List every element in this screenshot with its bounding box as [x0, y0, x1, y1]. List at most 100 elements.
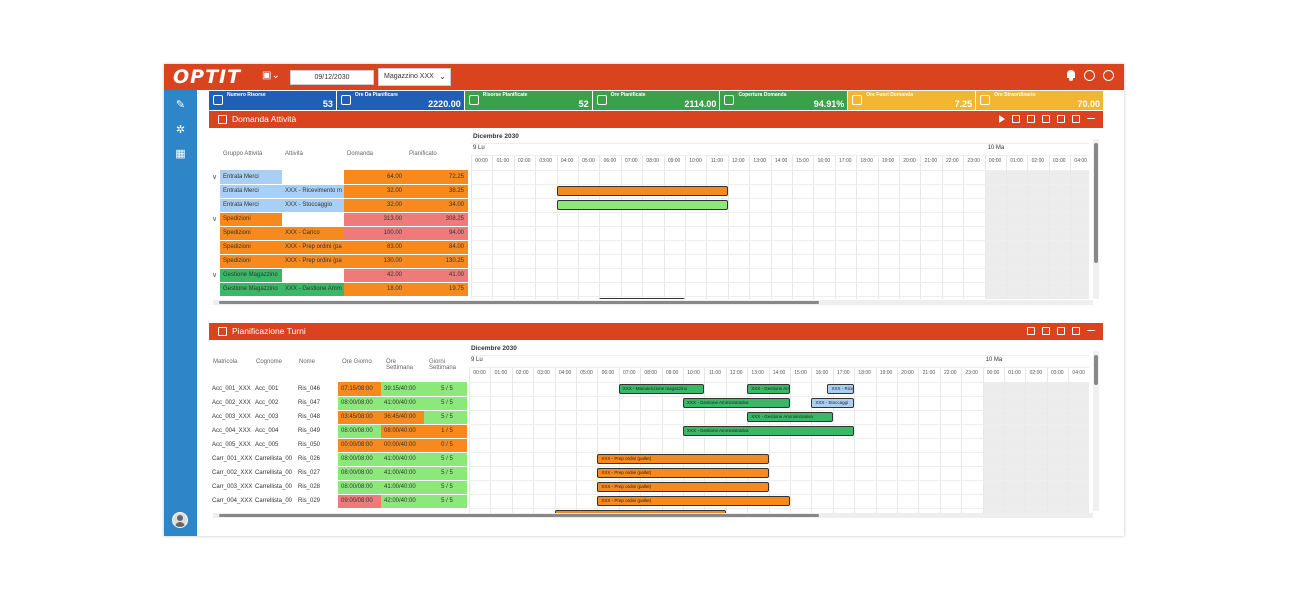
- play-icon[interactable]: [999, 115, 1005, 123]
- minimize-icon[interactable]: [1087, 118, 1095, 126]
- gantt-bar[interactable]: [556, 186, 728, 196]
- table-row[interactable]: Acc_001_XXX Acc_001 Ris_046 07:15/08:00 39:1…: [209, 382, 467, 397]
- download-icon[interactable]: [1042, 327, 1050, 335]
- globe-icon[interactable]: [1103, 70, 1114, 81]
- column-header[interactable]: Cognome: [256, 359, 294, 365]
- table-row[interactable]: Acc_005_XXX Acc_005 Ris_050 00:00/08:00 00:0…: [209, 438, 467, 453]
- expand-icon[interactable]: [1072, 115, 1080, 123]
- expand-toggle[interactable]: ∨: [209, 170, 220, 185]
- scroll-thumb[interactable]: [1094, 355, 1098, 385]
- filter-icon[interactable]: [1057, 327, 1065, 335]
- timeline-hour: 01:00: [494, 370, 508, 376]
- timeline-month: Dicembre 2030: [471, 345, 517, 352]
- table-row[interactable]: ∨ Entrata Merci 64.00 72.25: [209, 170, 468, 185]
- calendar-icon[interactable]: [1027, 115, 1035, 123]
- grid-line: [1070, 155, 1072, 299]
- download-icon[interactable]: [1012, 115, 1020, 123]
- gantt-bar[interactable]: XXX - Gestione Amm: [747, 384, 790, 394]
- cell-name: Ris_029: [295, 494, 338, 509]
- timeline-hour: 02:00: [518, 158, 531, 164]
- calendar-dropdown-button[interactable]: ▣⌄: [262, 70, 280, 81]
- table-row[interactable]: Entrata Merci XXX - Ricevimento m 32.00 38.…: [209, 184, 468, 199]
- table-row[interactable]: Entrata Merci XXX - Stoccaggio 32.00 34.00: [209, 198, 468, 213]
- grid-line: [854, 367, 856, 513]
- gantt-bar[interactable]: XXX - Prep ordini (pallet): [597, 482, 769, 492]
- gantt-bar[interactable]: [556, 200, 728, 210]
- table-row[interactable]: Spedizioni XXX - Prep ordini (pa 130.00 130…: [209, 254, 468, 269]
- expand-toggle[interactable]: [209, 254, 220, 269]
- column-header[interactable]: Giorni Settimana: [429, 359, 467, 371]
- calendar-icon[interactable]: [1027, 327, 1035, 335]
- table-row[interactable]: ∨ Spedizioni 313.00 308.25: [209, 212, 468, 227]
- gantt-bar[interactable]: [599, 298, 685, 299]
- expand-icon[interactable]: [1072, 327, 1080, 335]
- table-row[interactable]: Carr_003_XXX Carrellista_00 Ris_028 08:00/0…: [209, 480, 467, 495]
- gantt-bar[interactable]: XXX - Manutenzione magazzino: [618, 384, 705, 394]
- table-row[interactable]: Acc_004_XXX Acc_004 Ris_049 08:00/08:00 08:0…: [209, 424, 467, 439]
- kpi-tile[interactable]: Ore Straordinario 70.00: [976, 91, 1104, 110]
- gear-icon[interactable]: ✲: [175, 125, 186, 136]
- expand-toggle[interactable]: [209, 240, 220, 255]
- kpi-tile[interactable]: Ore Da Pianificare 2220.00: [336, 91, 464, 110]
- minimize-icon[interactable]: [1087, 330, 1095, 338]
- kpi-tile[interactable]: Risorse Pianificate 52: [464, 91, 592, 110]
- vertical-scrollbar[interactable]: [1093, 139, 1099, 299]
- vertical-scrollbar[interactable]: [1093, 351, 1099, 511]
- column-header[interactable]: Matricola: [213, 359, 251, 365]
- calendar-icon[interactable]: [1042, 115, 1050, 123]
- bell-icon[interactable]: [1066, 70, 1076, 81]
- table-row[interactable]: Spedizioni XXX - Prep ordini (pa 83.00 84.0…: [209, 240, 468, 255]
- gantt-bar[interactable]: XXX - Gestione Amministrativa: [683, 398, 790, 408]
- table-row[interactable]: Acc_002_XXX Acc_002 Ris_047 08:00/08:00 41:0…: [209, 396, 467, 411]
- help-icon[interactable]: [1084, 70, 1095, 81]
- kpi-tile[interactable]: Ore Pianificate 2114.00: [592, 91, 720, 110]
- gantt-bar[interactable]: XXX - Ricev: [827, 384, 855, 394]
- filter-icon[interactable]: [1057, 115, 1065, 123]
- gantt-bar[interactable]: XXX - Gestione Amministrativa: [683, 426, 855, 436]
- expand-toggle[interactable]: [209, 198, 220, 213]
- table-row[interactable]: Carr_002_XXX Carrellista_00 Ris_027 08:00/0…: [209, 466, 467, 481]
- kpi-tile[interactable]: Copertura Domanda 94.91%: [720, 91, 848, 110]
- column-header[interactable]: Ore Settimana: [386, 359, 424, 371]
- scroll-thumb[interactable]: [219, 301, 819, 304]
- expand-toggle[interactable]: [209, 226, 220, 241]
- grid-icon[interactable]: ▦: [175, 149, 186, 160]
- cell-activity: XXX - Carico: [282, 226, 344, 241]
- table-row[interactable]: Spedizioni XXX - Carico 100.00 94.00: [209, 226, 468, 241]
- grid-line: [982, 367, 984, 513]
- column-header[interactable]: Domanda: [347, 151, 373, 157]
- column-header[interactable]: Nome: [299, 359, 337, 365]
- timeline-hour: 15:00: [796, 158, 809, 164]
- gantt-bar[interactable]: XXX - Gestione Amministrativa: [747, 412, 833, 422]
- date-input[interactable]: 09/12/2030: [290, 70, 374, 85]
- wrench-icon[interactable]: ✎: [175, 100, 186, 111]
- scroll-thumb[interactable]: [1094, 143, 1098, 263]
- gantt-bar[interactable]: XXX - Prep ordini (pallet): [597, 468, 769, 478]
- cell-surname: Carrellista_00: [252, 480, 295, 495]
- horizontal-scrollbar[interactable]: [213, 513, 1093, 518]
- column-header[interactable]: Attività: [285, 151, 303, 157]
- kpi-tile[interactable]: Numero Risorse 53: [209, 91, 336, 110]
- cell-week-days: 5 / 5: [424, 466, 467, 481]
- expand-toggle[interactable]: ∨: [209, 268, 220, 283]
- gantt-bar[interactable]: XXX - Prep ordini (pallet): [597, 454, 769, 464]
- table-row[interactable]: Acc_003_XXX Acc_003 Ris_048 03:45/08:00 36:4…: [209, 410, 467, 425]
- table-row[interactable]: ∨ Gestione Magazzino 42.00 41.00: [209, 268, 468, 283]
- gantt-bar[interactable]: XXX - Stoccaggi: [811, 398, 855, 408]
- column-header[interactable]: Pianificato: [409, 151, 437, 157]
- warehouse-select[interactable]: Magazzino XXX ⌄: [378, 68, 451, 86]
- gantt-bar[interactable]: XXX - Prep ordini (pallet): [597, 496, 790, 506]
- kpi-tile[interactable]: Ore Fuori Domanda 7.25: [848, 91, 976, 110]
- avatar[interactable]: [172, 512, 188, 528]
- column-header[interactable]: Ore Giorno: [342, 359, 380, 365]
- table-row[interactable]: Gestione Magazzino XXX - Gestione Amm 18.0…: [209, 282, 468, 297]
- table-row[interactable]: Carr_004_XXX Carrellista_00 Ris_029 09:00/0…: [209, 494, 467, 509]
- table-row[interactable]: Carr_001_XXX Carrellista_00 Ris_026 08:00/0…: [209, 452, 467, 467]
- expand-toggle[interactable]: [209, 184, 220, 199]
- expand-toggle[interactable]: [209, 282, 220, 297]
- scroll-thumb[interactable]: [219, 514, 819, 517]
- timeline-hour: 02:00: [1031, 158, 1045, 164]
- column-header[interactable]: Gruppo Attività: [223, 151, 262, 157]
- expand-toggle[interactable]: ∨: [209, 212, 220, 227]
- horizontal-scrollbar[interactable]: [213, 300, 1093, 305]
